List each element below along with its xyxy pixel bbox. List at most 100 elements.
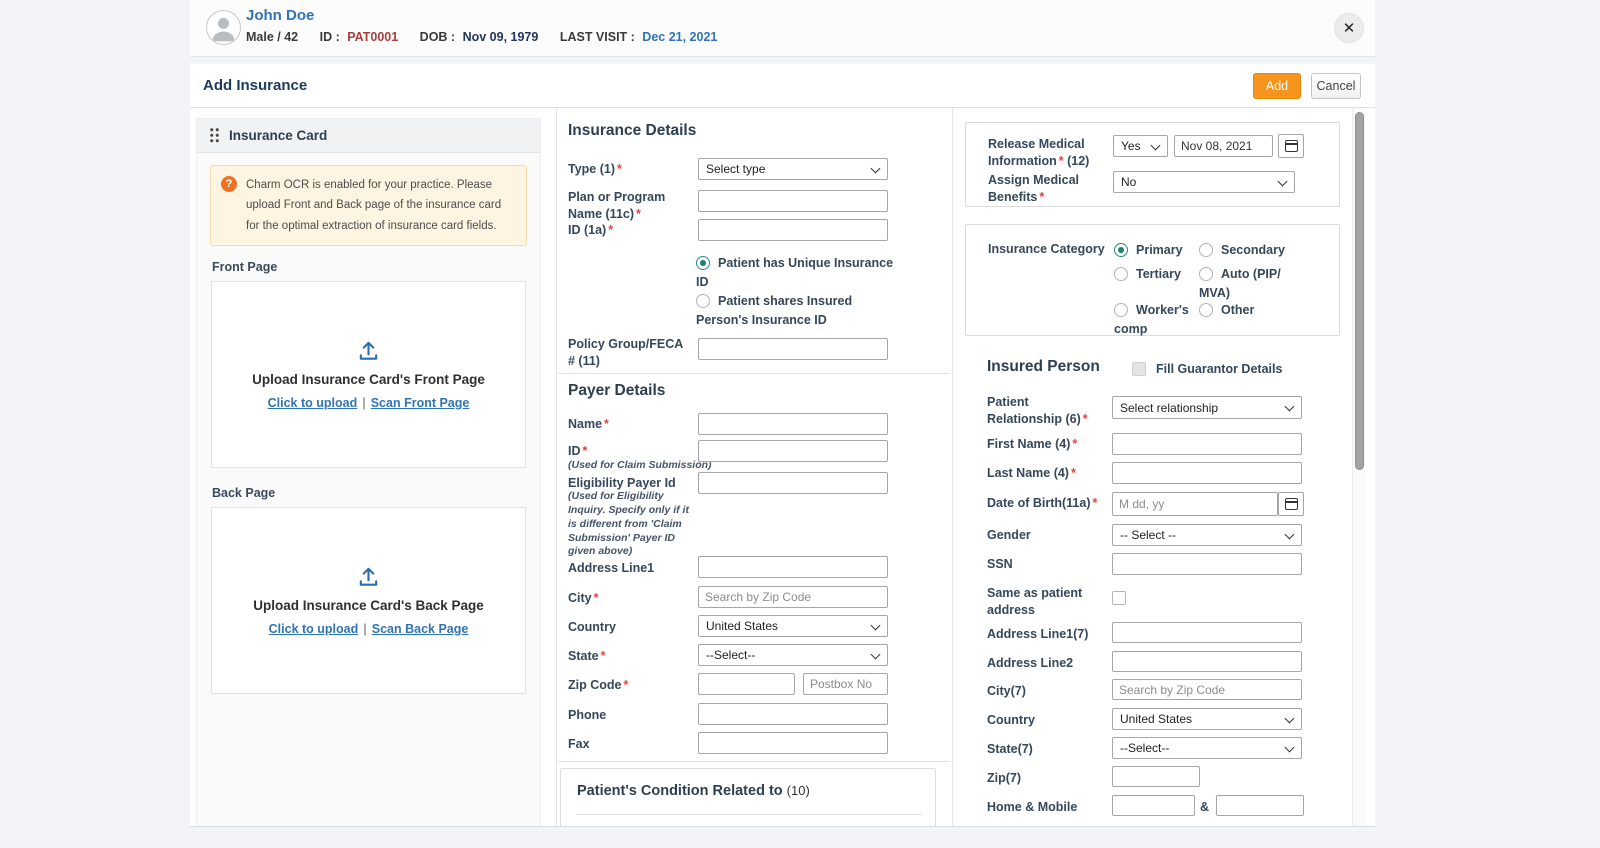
first-name-input[interactable] [1112,433,1302,455]
fill-guarantor-row[interactable]: Fill Guarantor Details [1132,360,1282,379]
release-medical-label: Release Medical Information* (12) [988,136,1108,170]
insured-country-select[interactable]: United States [1112,708,1302,730]
insured-dob-calendar-button[interactable] [1278,492,1304,516]
payer-name-input[interactable] [698,413,888,435]
insured-city-input[interactable] [1112,679,1302,700]
condition-title-row: Patient's Condition Related to(10) [577,782,810,800]
assign-benefits-select[interactable]: No [1113,171,1295,193]
gender-select[interactable]: -- Select -- [1112,524,1302,546]
patient-name[interactable]: John Doe [246,7,314,24]
add-button[interactable]: Add [1253,73,1301,99]
link-separator: | [362,396,366,410]
payer-fax-input[interactable] [698,732,888,754]
type-select[interactable]: Select type [698,158,888,180]
radio-secondary[interactable]: Secondary [1199,241,1285,260]
first-name-label: First Name (4)* [987,436,1111,453]
front-upload-text: Upload Insurance Card's Front Page [252,372,485,387]
policy-group-input[interactable] [698,338,888,360]
radio-icon [1199,267,1213,281]
payer-fax-label: Fax [568,736,692,753]
payer-address1-input[interactable] [698,556,888,578]
front-scan-link[interactable]: Scan Front Page [371,396,470,410]
insured-address1-label: Address Line1(7) [987,626,1111,643]
ssn-input[interactable] [1112,553,1302,575]
close-button[interactable]: ✕ [1334,13,1364,43]
payer-state-select[interactable]: --Select-- [698,644,888,666]
home-phone-input[interactable] [1112,795,1195,816]
cancel-button[interactable]: Cancel [1311,73,1361,99]
insurance-category-box: Insurance Category Primary Secondary Ter… [965,224,1340,336]
release-date-input[interactable] [1174,135,1273,157]
plan-name-label: Plan or Program Name (11c)* [568,189,692,223]
radio-selected-icon [696,256,710,270]
front-upload-links: Click to upload | Scan Front Page [268,396,470,410]
payer-phone-label: Phone [568,707,692,724]
patient-meta: Male / 42 ID : PAT0001 DOB : Nov 09, 197… [246,30,717,44]
back-scan-link[interactable]: Scan Back Page [372,622,469,636]
payer-phone-input[interactable] [698,703,888,725]
upload-icon [357,566,380,589]
guarantor-checkbox[interactable] [1132,362,1146,376]
last-name-input[interactable] [1112,462,1302,484]
type-label: Type (1)* [568,161,692,178]
front-click-to-upload-link[interactable]: Click to upload [268,396,358,410]
release-box: Release Medical Information* (12) Yes As… [965,122,1340,207]
insurance-id-input[interactable] [698,219,888,241]
payer-id-input[interactable] [698,440,888,462]
payer-postbox-input[interactable] [803,673,888,695]
last-name-label: Last Name (4)* [987,465,1111,482]
insured-state-select[interactable]: --Select-- [1112,737,1302,759]
same-address-checkbox[interactable] [1112,591,1126,605]
eligibility-note: (Used for Eligibility Inquiry. Specify o… [568,490,698,559]
payer-city-input[interactable] [698,586,888,608]
ocr-notice-text: Charm OCR is enabled for your practice. … [246,179,501,232]
insured-address2-input[interactable] [1112,651,1302,672]
scrollbar-thumb[interactable] [1355,112,1364,470]
payer-zip-label: Zip Code* [568,677,692,694]
mobile-phone-input[interactable] [1216,795,1304,816]
insured-zip-label: Zip(7) [987,770,1111,787]
back-upload-card: Upload Insurance Card's Back Page Click … [211,507,526,694]
gender-label: Gender [987,527,1111,544]
same-address-label: Same as patient address [987,585,1097,619]
radio-unique-insurance-id[interactable]: Patient has Unique Insurance ID [696,254,896,292]
patient-last-visit-value[interactable]: Dec 21, 2021 [642,30,717,44]
radio-primary[interactable]: Primary [1114,241,1183,260]
payer-country-select[interactable]: United States [698,615,888,637]
radio-auto[interactable]: Auto (PIP/ MVA) [1199,265,1291,303]
upload-icon [357,340,380,363]
radio-shared-insurance-id[interactable]: Patient shares Insured Person's Insuranc… [696,292,894,330]
radio-workers-comp[interactable]: Worker's comp [1114,301,1192,339]
column-divider [952,108,953,827]
insurance-card-panel: Insurance Card ? Charm OCR is enabled fo… [196,118,541,827]
insured-dob-input[interactable] [1112,492,1278,516]
radio-tertiary[interactable]: Tertiary [1114,265,1181,284]
radio-icon [1114,303,1128,317]
insured-zip-input[interactable] [1112,766,1200,787]
column-divider [556,108,557,827]
release-medical-select[interactable]: Yes [1113,135,1168,157]
drag-handle-icon[interactable] [209,127,220,144]
add-insurance-panel: Add Insurance Add Cancel Insurance Card … [190,64,1375,827]
radio-selected-icon [1114,243,1128,257]
payer-address1-label: Address Line1 [568,560,692,577]
plan-name-input[interactable] [698,190,888,212]
patient-avatar [206,10,241,45]
release-date-calendar-button[interactable] [1278,134,1304,158]
back-click-to-upload-link[interactable]: Click to upload [269,622,359,636]
insured-country-label: Country [987,712,1111,729]
chevron-down-icon [871,621,881,631]
calendar-icon [1285,140,1298,152]
patient-dob-label: DOB : [420,30,455,44]
eligibility-payer-id-input[interactable] [698,472,888,494]
ampersand-text: & [1200,799,1212,816]
radio-other[interactable]: Other [1199,301,1254,320]
payer-zip-input[interactable] [698,673,795,695]
insured-address1-input[interactable] [1112,622,1302,643]
condition-box: Patient's Condition Related to(10) [560,768,936,827]
relationship-select[interactable]: Select relationship [1112,396,1302,419]
ssn-label: SSN [987,556,1111,573]
chevron-down-icon [871,650,881,660]
condition-divider [576,814,922,815]
chevron-down-icon [1285,530,1295,540]
